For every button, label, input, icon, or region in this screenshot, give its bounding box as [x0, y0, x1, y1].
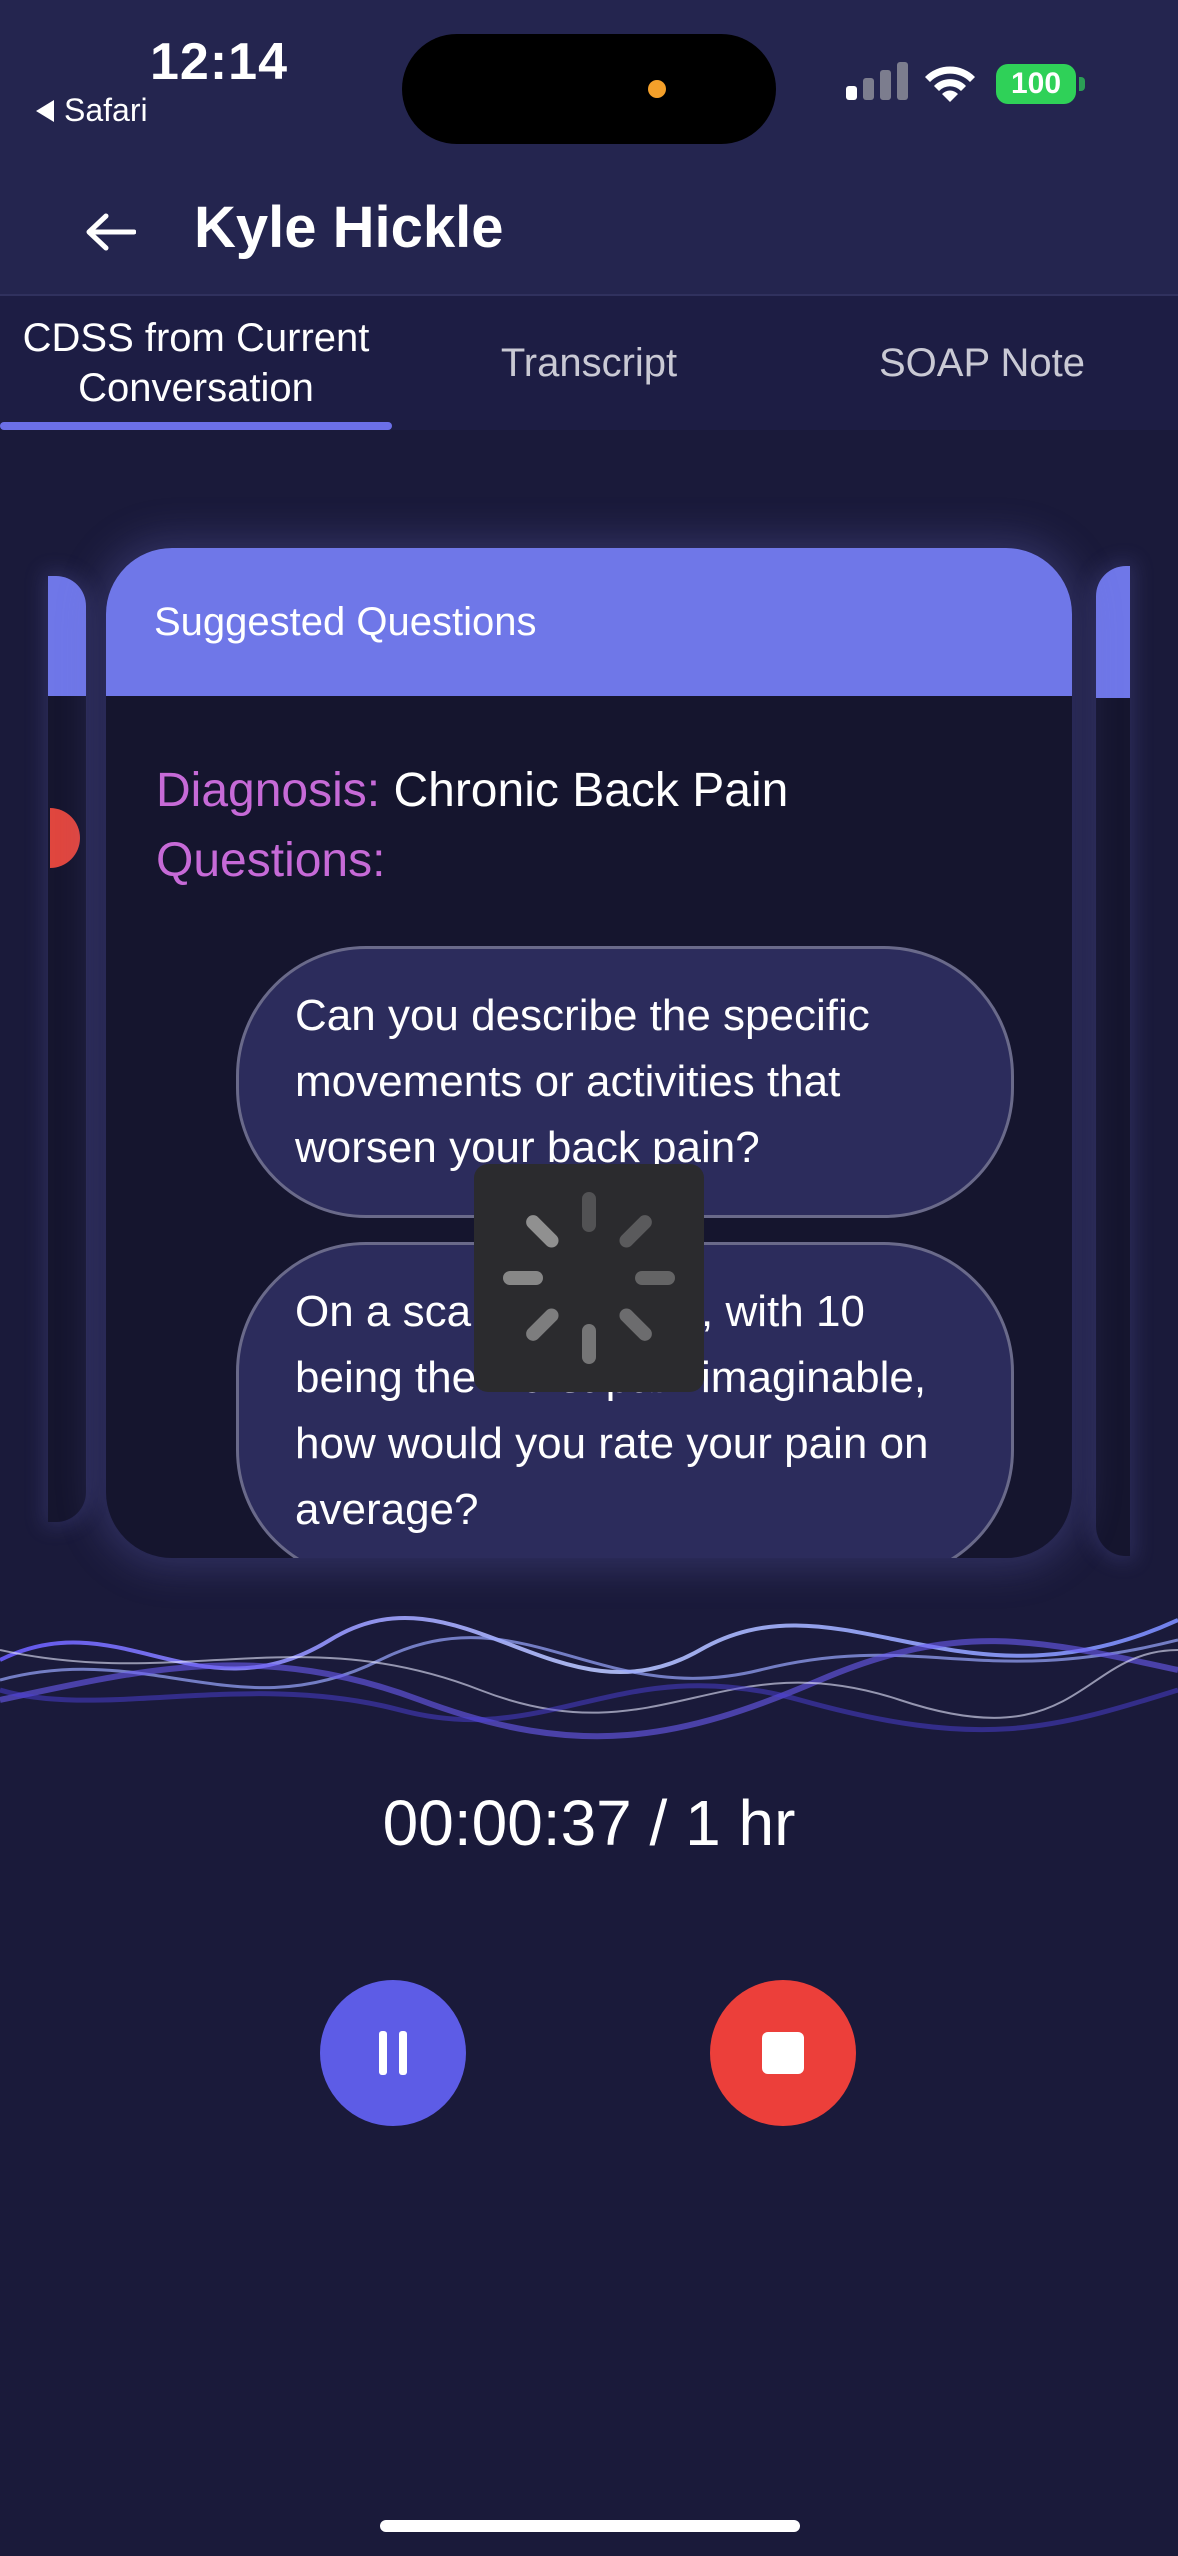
spinner-spoke — [635, 1271, 675, 1285]
home-indicator[interactable] — [380, 2520, 800, 2532]
privacy-indicator-dot — [648, 80, 666, 98]
spinner-spoke — [582, 1324, 596, 1364]
suggested-questions-card: Suggested Questions Diagnosis: Chronic B… — [106, 548, 1072, 1558]
diagnosis-line: Diagnosis: Chronic Back Pain — [156, 756, 1024, 826]
next-card[interactable] — [1096, 566, 1130, 1556]
recording-timer: 00:00:37 / 1 hr — [382, 1787, 796, 1859]
active-tab-indicator — [0, 422, 392, 430]
back-to-safari[interactable]: Safari — [36, 92, 148, 129]
loading-spinner-icon — [474, 1164, 704, 1392]
stop-icon — [762, 2032, 804, 2074]
card-body: Diagnosis: Chronic Back Pain Questions: … — [106, 696, 1072, 1558]
spinner-spoke — [523, 1212, 562, 1251]
battery-icon: 100 — [996, 64, 1076, 104]
spinner-spoke — [616, 1212, 655, 1251]
status-bar: 12:14 Safari 100 — [0, 0, 1178, 170]
spinner-spoke — [523, 1305, 562, 1344]
previous-card[interactable] — [48, 576, 86, 1522]
pause-icon — [379, 2031, 407, 2075]
dynamic-island — [402, 34, 776, 144]
spinner-spoke — [582, 1192, 596, 1232]
tab-bar: CDSS from Current Conversation Transcrip… — [0, 296, 1178, 430]
clock: 12:14 — [150, 33, 288, 91]
tab-cdss[interactable]: CDSS from Current Conversation — [0, 296, 392, 430]
pause-button[interactable] — [320, 1980, 466, 2126]
signal-icon — [846, 62, 908, 100]
tab-label: CDSS from Current Conversation — [22, 316, 370, 410]
back-button[interactable] — [78, 200, 142, 264]
tab-soap-note[interactable]: SOAP Note — [786, 296, 1178, 430]
audio-waveform — [0, 1616, 1178, 1740]
tab-label: Transcript — [500, 341, 678, 385]
card-header: Suggested Questions — [106, 548, 1072, 696]
questions-label: Questions: — [156, 834, 386, 887]
tab-transcript[interactable]: Transcript — [392, 296, 786, 430]
back-triangle-icon — [36, 99, 54, 122]
page-title: Kyle Hickle — [194, 195, 504, 260]
wifi-icon — [925, 66, 975, 102]
tab-label: SOAP Note — [878, 341, 1086, 385]
app-header: Kyle Hickle — [0, 170, 1178, 296]
battery-tip — [1079, 77, 1085, 91]
record-indicator — [50, 808, 80, 868]
back-app-label: Safari — [64, 92, 148, 128]
spinner-spoke — [503, 1271, 543, 1285]
diagnosis-value: Chronic Back Pain — [393, 764, 789, 817]
spinner-spoke — [616, 1305, 655, 1344]
stop-button[interactable] — [710, 1980, 856, 2126]
diagnosis-label: Diagnosis: — [156, 764, 381, 817]
back-arrow-icon — [86, 213, 136, 251]
